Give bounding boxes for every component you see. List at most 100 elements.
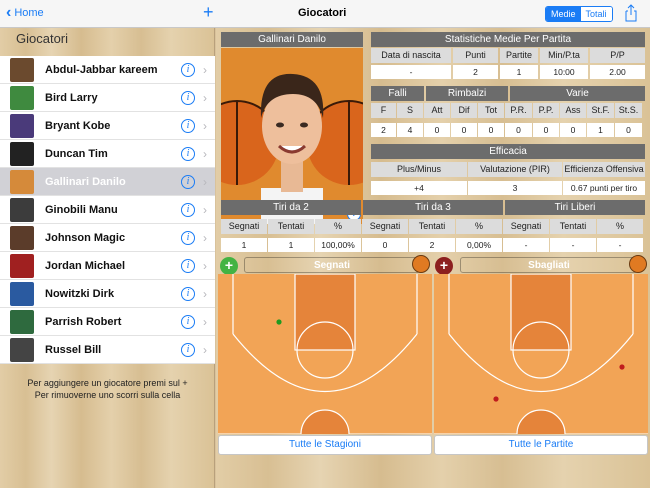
sidebar: Giocatori Abdul-Jabbar kareem i › Bird Larr… — [0, 28, 215, 488]
all-games-button[interactable]: Tutte le Partite — [434, 435, 648, 455]
chevron-right-icon: › — [203, 202, 207, 217]
efficacy-header: Efficienza Offensiva — [563, 162, 645, 177]
shot-group-header: Tiri da 2 — [221, 200, 361, 215]
shot-value: 0 — [362, 238, 408, 252]
stat-value: - — [371, 65, 451, 79]
efficacy-header: Plus/Minus — [371, 162, 467, 177]
stat-value: 0 — [424, 123, 450, 137]
player-row[interactable]: Russel Bill i › — [0, 336, 215, 364]
info-icon[interactable]: i — [181, 342, 195, 357]
basketball-icon — [629, 255, 647, 273]
info-icon[interactable]: i — [181, 202, 195, 217]
shot-header: Segnati — [221, 219, 267, 234]
stat-header: Att — [424, 103, 450, 118]
court-drawing — [434, 274, 648, 434]
stat-value: 1 — [587, 123, 614, 137]
info-icon[interactable]: i — [181, 118, 195, 133]
stat-value: 0 — [533, 123, 559, 137]
info-icon[interactable]: i — [181, 230, 195, 245]
player-photo-image — [221, 73, 363, 224]
back-button[interactable]: ‹ Home — [6, 5, 44, 21]
sidebar-note: Per aggiungere un giocatore premi sul + P… — [0, 377, 215, 401]
player-row[interactable]: Jordan Michael i › — [0, 252, 215, 280]
stat-header: St.S. — [615, 103, 642, 118]
add-missed-button[interactable]: + — [435, 257, 453, 275]
player-name: Jordan Michael — [45, 259, 126, 272]
stat-header: Punti — [453, 48, 498, 63]
info-icon[interactable]: i — [181, 258, 195, 273]
missed-bar: Sbagliati — [460, 257, 638, 273]
stat-value: 1 — [500, 65, 538, 79]
note-line-1: Per aggiungere un giocatore premi sul + — [27, 378, 188, 388]
shot-header: % — [456, 219, 502, 234]
info-icon[interactable]: i — [181, 62, 195, 77]
player-row[interactable]: Gallinari Danilo i › — [0, 168, 215, 196]
player-name: Bryant Kobe — [45, 119, 111, 132]
shot-value: 1 — [221, 238, 267, 252]
note-line-2: Per rimuoverne uno scorri sulla cella — [34, 390, 181, 400]
player-row[interactable]: Abdul-Jabbar kareem i › — [0, 56, 215, 84]
stat-header: Min/P.ta — [540, 48, 588, 63]
info-icon[interactable]: i — [181, 146, 195, 161]
player-row[interactable]: Bryant Kobe i › — [0, 112, 215, 140]
player-row[interactable]: Johnson Magic i › — [0, 224, 215, 252]
stat-value: 4 — [397, 123, 423, 137]
info-icon[interactable]: i — [181, 90, 195, 105]
missed-shot-court[interactable] — [434, 274, 648, 434]
shot-header: Tentati — [268, 219, 314, 234]
add-made-button[interactable]: + — [220, 257, 238, 275]
made-shot-court[interactable] — [218, 274, 432, 434]
stat-value: 2.00 — [590, 65, 645, 79]
player-row[interactable]: Bird Larry i › — [0, 84, 215, 112]
avatar — [10, 169, 34, 194]
shot-value: - — [597, 238, 643, 252]
avatar — [10, 141, 34, 166]
stat-header: Data di nascita — [371, 48, 451, 63]
chevron-right-icon: › — [203, 174, 207, 189]
avatar — [10, 281, 34, 306]
player-name: Russel Bill — [45, 343, 102, 356]
shot-value: 0,00% — [456, 238, 502, 252]
stat-header: St.F. — [587, 103, 614, 118]
made-shot-dot — [276, 319, 282, 325]
stat-header: S — [397, 103, 423, 118]
player-name: Ginobili Manu — [45, 203, 118, 216]
player-row[interactable]: Ginobili Manu i › — [0, 196, 215, 224]
stat-header: Dif — [451, 103, 477, 118]
plus-icon[interactable]: + — [203, 3, 214, 21]
shot-header: % — [315, 219, 361, 234]
basketball-icon — [412, 255, 430, 273]
avatar — [10, 309, 34, 334]
info-icon[interactable]: i — [181, 174, 195, 189]
made-bar: Segnati — [244, 257, 420, 273]
stat-value: 0 — [451, 123, 477, 137]
player-row[interactable]: Duncan Tim i › — [0, 140, 215, 168]
segment-medie[interactable]: Medie — [546, 7, 581, 21]
avatar — [10, 57, 34, 82]
stat-value: 0 — [478, 123, 504, 137]
player-name-header: Gallinari Danilo — [221, 32, 363, 47]
avatar — [10, 253, 34, 278]
all-seasons-button[interactable]: Tutte le Stagioni — [218, 435, 432, 455]
shot-header: Tentati — [409, 219, 455, 234]
stat-value: 2 — [371, 123, 396, 137]
shot-group-header: Tiri da 3 — [363, 200, 503, 215]
player-name: Duncan Tim — [45, 147, 108, 160]
back-label: Home — [14, 7, 44, 19]
player-name: Abdul-Jabbar kareem — [45, 63, 158, 76]
chevron-right-icon: › — [203, 118, 207, 133]
player-photo: i — [221, 48, 363, 224]
info-icon[interactable]: i — [181, 286, 195, 301]
shot-value: - — [503, 238, 549, 252]
player-name: Gallinari Danilo — [45, 175, 126, 188]
stats-title: Statistiche Medie Per Partita — [371, 32, 645, 47]
efficacy-value: 3 — [468, 181, 562, 195]
info-icon[interactable]: i — [181, 314, 195, 329]
shot-value: - — [550, 238, 596, 252]
segment-totali[interactable]: Totali — [580, 7, 612, 21]
player-row[interactable]: Parrish Robert i › — [0, 308, 215, 336]
stat-header: P.P. — [533, 103, 559, 118]
page-title: Giocatori — [298, 7, 347, 19]
player-row[interactable]: Nowitzki Dirk i › — [0, 280, 215, 308]
share-icon[interactable] — [624, 4, 638, 22]
